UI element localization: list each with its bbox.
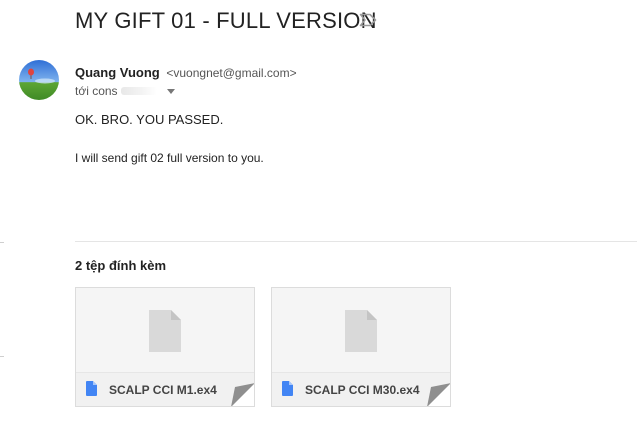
recipient-redacted bbox=[120, 87, 157, 95]
avatar[interactable] bbox=[19, 60, 59, 100]
avatar-image bbox=[19, 60, 59, 100]
divider-mark bbox=[0, 356, 4, 357]
sender-name[interactable]: Quang Vuong bbox=[75, 65, 160, 80]
chevron-down-icon[interactable] bbox=[166, 88, 175, 94]
attachment-preview bbox=[76, 288, 254, 372]
sender-email: <vuongnet@gmail.com> bbox=[166, 66, 297, 80]
document-icon bbox=[345, 310, 377, 352]
attachment-preview bbox=[272, 288, 450, 372]
corner-fold-icon bbox=[231, 383, 254, 406]
attachment-card[interactable]: SCALP CCI M30.ex4 bbox=[271, 287, 451, 407]
attachments-title: 2 tệp đính kèm bbox=[75, 258, 167, 273]
document-icon bbox=[149, 310, 181, 352]
file-icon bbox=[86, 381, 97, 396]
attachments-divider bbox=[75, 241, 637, 242]
email-view: MY GIFT 01 - FULL VERSION Quang Vuong <v… bbox=[0, 0, 637, 434]
email-body-line-1: OK. BRO. YOU PASSED. bbox=[75, 112, 224, 127]
email-body-line-2: I will send gift 02 full version to you. bbox=[75, 151, 264, 165]
recipient-label: tới cons bbox=[75, 84, 118, 98]
sender-line: Quang Vuong <vuongnet@gmail.com> bbox=[75, 65, 297, 80]
recipient-line[interactable]: tới cons bbox=[75, 84, 175, 98]
attachment-name: SCALP CCI M30.ex4 bbox=[305, 383, 420, 397]
label-important-icon[interactable] bbox=[359, 13, 377, 27]
attachment-name: SCALP CCI M1.ex4 bbox=[109, 383, 217, 397]
divider-mark bbox=[0, 242, 4, 243]
file-icon bbox=[282, 381, 293, 396]
corner-fold-icon bbox=[427, 383, 450, 406]
attachment-card[interactable]: SCALP CCI M1.ex4 bbox=[75, 287, 255, 407]
email-subject: MY GIFT 01 - FULL VERSION bbox=[75, 8, 377, 33]
